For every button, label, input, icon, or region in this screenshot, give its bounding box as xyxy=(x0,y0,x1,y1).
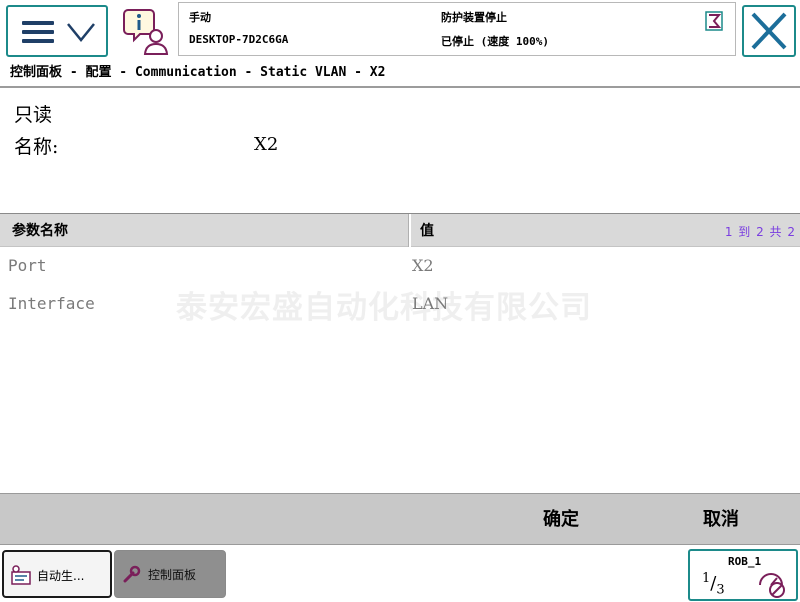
operating-mode: 手动 xyxy=(189,11,211,24)
name-value: X2 xyxy=(254,134,279,155)
task-label: 控制面板 xyxy=(148,568,197,582)
table-row[interactable]: Interface LAN xyxy=(0,286,800,322)
robot-name: ROB_1 xyxy=(728,555,762,568)
quickset-robot-panel[interactable]: ROB_1 1/3 xyxy=(688,549,798,601)
close-icon xyxy=(751,12,787,50)
parameter-name: Port xyxy=(8,256,47,275)
main-menu-button[interactable] xyxy=(6,5,108,57)
close-button[interactable] xyxy=(742,5,796,57)
no-speed-icon xyxy=(759,573,785,598)
status-panel[interactable]: 手动 DESKTOP-7D2C6GA 防护装置停止 已停止 (速度 100%) xyxy=(178,2,736,56)
top-bar: 手动 DESKTOP-7D2C6GA 防护装置停止 已停止 (速度 100%) xyxy=(0,0,800,62)
name-label: 名称: xyxy=(14,136,59,158)
action-bar: 确定 取消 xyxy=(0,493,800,545)
parameter-name: Interface xyxy=(8,294,95,313)
table-header: 参数名称 值 1 到 2 共 2 xyxy=(0,214,800,247)
wrench-icon xyxy=(123,565,141,583)
column-header-parameter[interactable]: 参数名称 xyxy=(12,220,68,240)
speed-status: 已停止 (速度 100%) xyxy=(441,35,549,48)
breadcrumb: 控制面板 - 配置 - Communication - Static VLAN … xyxy=(0,62,800,88)
column-header-value[interactable]: 值 xyxy=(420,220,434,240)
column-divider xyxy=(408,214,411,247)
parameter-value: X2 xyxy=(412,256,434,275)
guard-status: 防护装置停止 xyxy=(441,11,507,24)
task-label: 自动生... xyxy=(37,569,85,583)
table-row[interactable]: Port X2 xyxy=(0,248,800,284)
parameter-value: LAN xyxy=(412,294,449,313)
parameter-table: 参数名称 值 1 到 2 共 2 Port X2 Interface LAN 泰… xyxy=(0,213,800,493)
hamburger-icon xyxy=(22,21,54,43)
event-log-icon[interactable] xyxy=(120,6,170,56)
pager-indicator: 1 到 2 共 2 xyxy=(724,225,796,239)
task-control-panel[interactable]: 控制面板 xyxy=(114,550,226,598)
controller-name: DESKTOP-7D2C6GA xyxy=(189,33,289,46)
production-window-icon xyxy=(11,565,31,585)
chevron-down-icon xyxy=(67,23,95,42)
task-production-window[interactable]: 自动生... xyxy=(2,550,112,598)
ok-button[interactable]: 确定 xyxy=(506,502,616,538)
cancel-button[interactable]: 取消 xyxy=(666,502,776,538)
readonly-label: 只读 xyxy=(14,104,53,126)
instance-info: 只读 名称: X2 xyxy=(0,90,800,214)
program-status-icon xyxy=(705,11,723,31)
task-bar: 自动生... 控制面板 ROB_1 1/3 xyxy=(0,546,800,602)
task-count: 1/3 xyxy=(702,571,725,598)
